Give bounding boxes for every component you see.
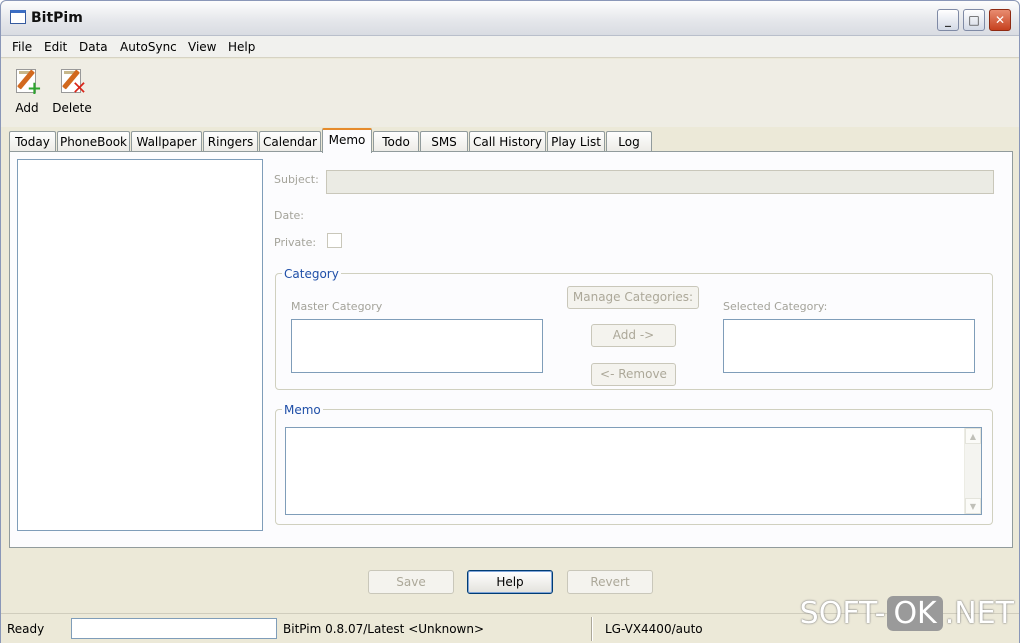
selected-category-label: Selected Category: [723, 300, 828, 313]
app-icon [10, 10, 26, 24]
status-version: BitPim 0.8.07/Latest <Unknown> [283, 622, 485, 636]
toolbar: + Add ✕ Delete [1, 59, 1019, 127]
add-memo-icon: + [12, 67, 42, 99]
tab-todo[interactable]: Todo [373, 131, 419, 152]
private-label: Private: [274, 236, 317, 249]
menu-file[interactable]: File [12, 40, 32, 54]
tab-phonebook[interactable]: PhoneBook [57, 131, 130, 152]
tab-sms[interactable]: SMS [420, 131, 468, 152]
memo-group-title: Memo [282, 403, 323, 417]
save-button[interactable]: Save [368, 570, 454, 594]
status-ready: Ready [7, 622, 45, 636]
tab-calendar[interactable]: Calendar [259, 131, 321, 152]
menu-data[interactable]: Data [79, 40, 108, 54]
remove-category-button[interactable]: <- Remove [591, 363, 676, 386]
tab-ringers[interactable]: Ringers [203, 131, 258, 152]
tab-wallpaper[interactable]: Wallpaper [131, 131, 202, 152]
delete-label: Delete [52, 101, 92, 115]
tab-strip: Today PhoneBook Wallpaper Ringers Calend… [9, 128, 1013, 153]
category-group-title: Category [282, 267, 341, 281]
menu-help[interactable]: Help [228, 40, 255, 54]
private-checkbox[interactable] [327, 233, 342, 248]
memo-list[interactable] [17, 159, 263, 531]
watermark-left: SOFT- [799, 596, 886, 631]
watermark-ok: OK [887, 596, 943, 631]
menu-edit[interactable]: Edit [44, 40, 67, 54]
bitpim-window: BitPim _ □ ✕ File Edit Data AutoSync Vie… [0, 0, 1020, 643]
delete-tool-button[interactable]: ✕ Delete [47, 67, 97, 125]
add-category-button[interactable]: Add -> [591, 324, 676, 347]
site-watermark: SOFT- OK .NET [800, 596, 1014, 638]
tab-memo[interactable]: Memo [322, 128, 372, 153]
scroll-down-icon[interactable]: ▼ [965, 498, 981, 514]
tab-play-list[interactable]: Play List [547, 131, 605, 152]
master-category-label: Master Category [291, 300, 383, 313]
selected-category-list[interactable] [723, 319, 975, 373]
memo-textarea[interactable]: ▲ ▼ [285, 427, 982, 515]
title-bar[interactable]: BitPim _ □ ✕ [1, 1, 1019, 36]
subject-label: Subject: [274, 173, 319, 186]
subject-input[interactable] [326, 170, 994, 194]
menu-autosync[interactable]: AutoSync [120, 40, 177, 54]
menu-view[interactable]: View [188, 40, 216, 54]
watermark-right: .NET [944, 596, 1014, 631]
maximize-button[interactable]: □ [963, 9, 985, 31]
help-button[interactable]: Help [467, 570, 553, 594]
add-label: Add [15, 101, 39, 115]
tab-call-history[interactable]: Call History [469, 131, 546, 152]
status-device: LG-VX4400/auto [605, 622, 703, 636]
master-category-list[interactable] [291, 319, 543, 373]
manage-categories-button[interactable]: Manage Categories: [567, 286, 699, 309]
tab-today[interactable]: Today [9, 131, 56, 152]
menu-bar: File Edit Data AutoSync View Help [1, 36, 1019, 58]
add-tool-button[interactable]: + Add [2, 67, 52, 125]
status-progress-field [71, 618, 277, 639]
memo-scrollbar[interactable]: ▲ ▼ [964, 428, 981, 514]
window-title: BitPim [31, 10, 83, 26]
date-label: Date: [274, 209, 304, 222]
tab-log[interactable]: Log [606, 131, 652, 152]
delete-memo-icon: ✕ [57, 67, 87, 99]
scroll-up-icon[interactable]: ▲ [965, 428, 981, 444]
tab-divider [9, 151, 1013, 152]
revert-button[interactable]: Revert [567, 570, 653, 594]
close-button[interactable]: ✕ [989, 9, 1011, 31]
minimize-button[interactable]: _ [937, 9, 959, 31]
status-separator [591, 617, 593, 641]
